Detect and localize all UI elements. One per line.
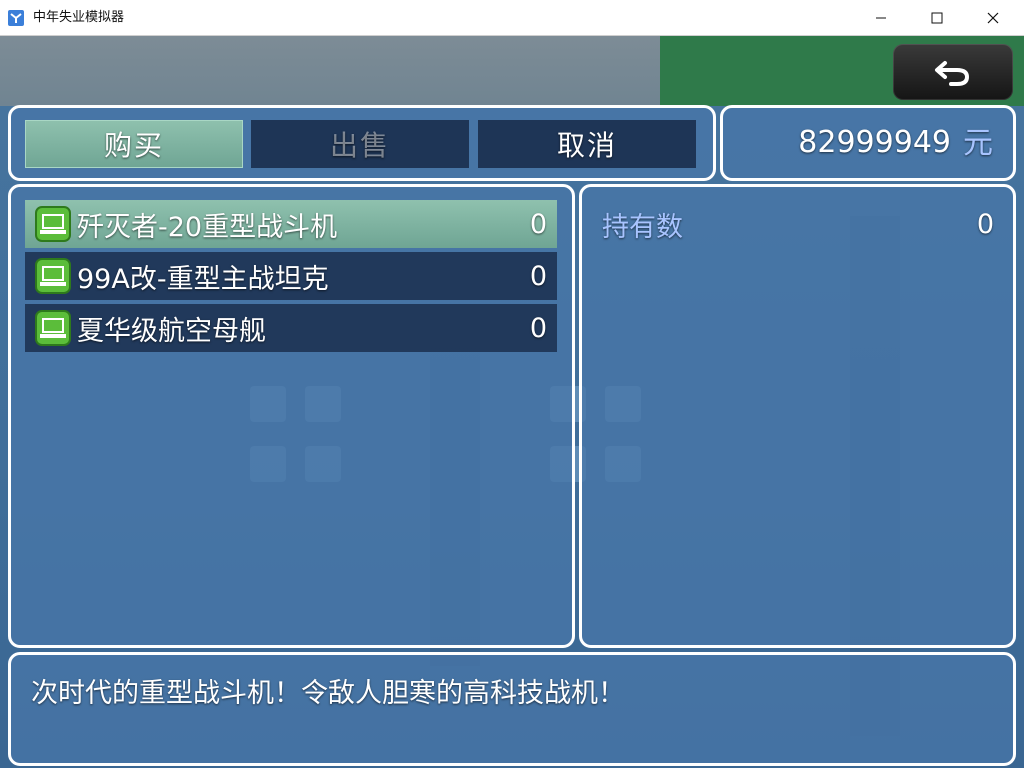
item-description: 次时代的重型战斗机！令敌人胆寒的高科技战机！ [31, 678, 625, 709]
window-titlebar: 中年失业模拟器 [0, 0, 1024, 36]
app-icon [8, 10, 24, 26]
laptop-item-icon [35, 310, 71, 346]
map-roof [0, 36, 680, 116]
item-name: 夏华级航空母舰 [77, 315, 266, 347]
laptop-item-icon [35, 206, 71, 242]
gold-unit: 元 [963, 126, 993, 161]
window-title: 中年失业模拟器 [33, 10, 125, 25]
item-count: 0 [529, 312, 547, 344]
item-name: 99A改-重型主战坦克 [77, 263, 329, 295]
item-name: 歼灭者-20重型战斗机 [77, 211, 338, 243]
sell-button[interactable]: 出售 [251, 120, 469, 168]
cancel-button[interactable]: 取消 [478, 120, 696, 168]
maximize-icon [931, 12, 943, 24]
close-button[interactable] [964, 0, 1022, 36]
game-viewport: 购买 出售 取消 82999949 元 歼灭者-20重型战斗机 0 99A改-重… [0, 36, 1024, 768]
shop-status-window: 持有数 0 [579, 184, 1016, 648]
list-item[interactable]: 夏华级航空母舰 0 [25, 304, 557, 352]
possession-label: 持有数 [602, 211, 683, 243]
gold-amount: 82999949 [798, 125, 951, 160]
list-item[interactable]: 歼灭者-20重型战斗机 0 [25, 200, 557, 248]
help-window: 次时代的重型战斗机！令敌人胆寒的高科技战机！ [8, 652, 1016, 766]
back-arrow-icon [935, 61, 970, 86]
minimize-button[interactable] [852, 0, 910, 36]
minimize-icon [876, 17, 886, 19]
item-count: 0 [529, 260, 547, 292]
possession-row: 持有数 0 [596, 200, 1000, 248]
shop-command-window: 购买 出售 取消 [8, 105, 716, 181]
list-item[interactable]: 99A改-重型主战坦克 0 [25, 252, 557, 300]
close-icon [987, 12, 999, 24]
laptop-item-icon [35, 258, 71, 294]
buy-button[interactable]: 购买 [25, 120, 243, 168]
buy-item-list-window: 歼灭者-20重型战斗机 0 99A改-重型主战坦克 0 夏华级航空母舰 0 [8, 184, 575, 648]
item-count: 0 [529, 208, 547, 240]
maximize-button[interactable] [908, 0, 966, 36]
gold-window: 82999949 元 [720, 105, 1016, 181]
back-button[interactable] [893, 44, 1013, 100]
possession-value: 0 [976, 208, 994, 240]
